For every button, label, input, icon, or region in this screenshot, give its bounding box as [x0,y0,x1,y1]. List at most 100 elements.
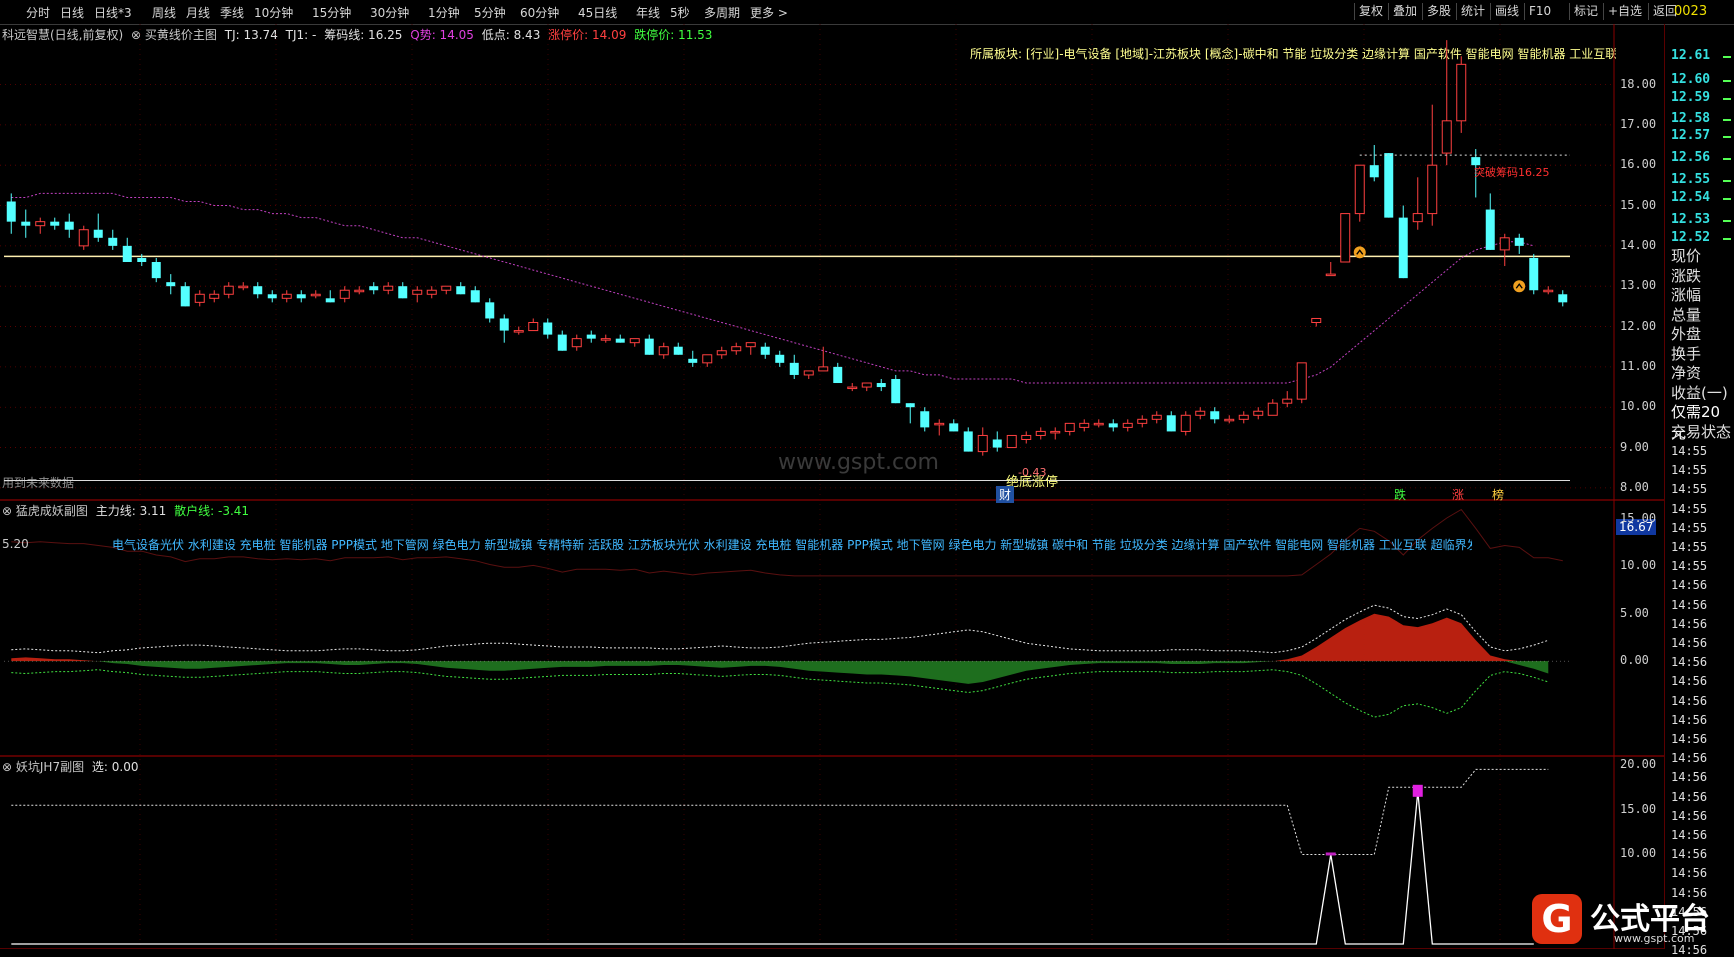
axis-tick: 12.00 [1620,318,1657,333]
main-chart[interactable] [4,40,1570,482]
candle-body [1180,414,1191,432]
candle [1485,193,1495,250]
candle-body [456,286,466,295]
panel-label-0: 现价 [1671,247,1702,265]
candle-body [949,423,959,432]
axis-tick: 17.00 [1620,116,1657,131]
candle-body [1485,209,1495,250]
sub1-indicator-name[interactable]: 猛虎成妖副图 [16,504,88,518]
candle-body [64,221,74,230]
candle-body [50,221,60,226]
candle-body [688,358,698,363]
axis-tick: 18.00 [1620,76,1657,91]
candle-body [528,322,539,332]
candle-body [1195,410,1206,416]
candle-body [818,366,829,372]
candle [485,298,495,323]
candle-body [253,286,263,295]
candle [847,383,858,392]
panel-time-6: 14:55 [1671,559,1708,574]
candle [1166,411,1176,432]
chart-canvas[interactable] [0,0,1664,949]
sub1-collapse-icon[interactable]: ⊗ [2,504,12,518]
candle [731,342,742,355]
candle-body [1384,153,1394,218]
candle [166,274,176,295]
panel-price-mark [1723,180,1731,182]
panel-time-0: 14:55 [1671,444,1708,458]
candle-body [369,286,379,291]
panel-time-18: 14:56 [1671,789,1708,804]
candle-body [1340,213,1351,263]
candle-body [803,370,814,376]
candle-body [861,382,872,388]
candle-body [137,257,147,262]
panel-label-7: 收益(一) [1671,383,1728,402]
candle-body [35,221,46,227]
candle [1499,233,1510,267]
candle-body [281,293,292,299]
candle-body [441,285,452,291]
candle-body [1282,398,1293,404]
candle-body [122,245,132,262]
candle [93,213,103,242]
panel-label-4: 外盘 [1671,325,1702,343]
panel-label-9: 交易状态 [1671,422,1732,441]
candle-body [833,366,843,384]
gspt-logo: G 公式平台 www.gspt.com [1528,888,1734,949]
candle-body [1006,434,1017,449]
candle-body [1543,289,1554,293]
candle-body [543,322,553,335]
candle [1282,391,1293,408]
candle [1064,422,1075,436]
candle [1050,427,1061,440]
panel-price-5: 12.56 [1671,150,1711,165]
signal-marker-icon [1513,280,1526,293]
panel-time-9: 14:56 [1671,616,1708,631]
candle-body [470,290,480,303]
candle [1296,362,1307,404]
candle-body [1210,411,1220,420]
panel-time-19: 14:56 [1671,808,1708,823]
panel-time-7: 14:56 [1671,578,1708,593]
candle [209,290,220,303]
candle-body [905,403,915,408]
candle-body [1122,422,1133,428]
panel-price-mark [1723,198,1731,200]
candle [557,330,567,351]
axis-tick: 14.00 [1620,237,1657,252]
panel-time-16: 14:56 [1671,751,1708,766]
axis-tick: 16.00 [1620,157,1657,172]
candle [1238,411,1249,424]
candle [1224,415,1235,424]
candle-body [847,386,858,390]
candle-body [891,378,901,404]
panel-price-mark [1723,56,1731,58]
candle [194,290,205,307]
candle-body [1412,213,1423,223]
candle-body [876,383,886,388]
panel-price-2: 12.59 [1671,90,1711,105]
panel-time-15: 14:56 [1671,732,1708,746]
candle [354,286,365,295]
candle [528,318,539,332]
sub2-chart[interactable] [11,768,1549,945]
finance-badge[interactable]: 财 [996,486,1015,503]
candle-body [383,285,394,291]
candle-body [1050,430,1061,434]
panel-time-21: 14:56 [1671,847,1708,862]
candle-body [93,229,103,238]
candle-body [629,338,640,344]
signal-marker-icon [1353,246,1366,259]
candle [253,282,263,299]
candle-body [1499,237,1510,251]
fall-badge: 跌 [1394,488,1407,502]
candle [426,286,437,299]
candle-body [1529,257,1539,291]
sub2-indicator-name[interactable]: 妖坑JH7副图 [16,760,84,774]
candle [238,282,249,291]
panel-price-mark [1723,158,1731,160]
panel-price-3: 12.58 [1671,111,1711,126]
xuan-line [11,791,1534,945]
sub2-collapse-icon[interactable]: ⊗ [2,760,12,774]
